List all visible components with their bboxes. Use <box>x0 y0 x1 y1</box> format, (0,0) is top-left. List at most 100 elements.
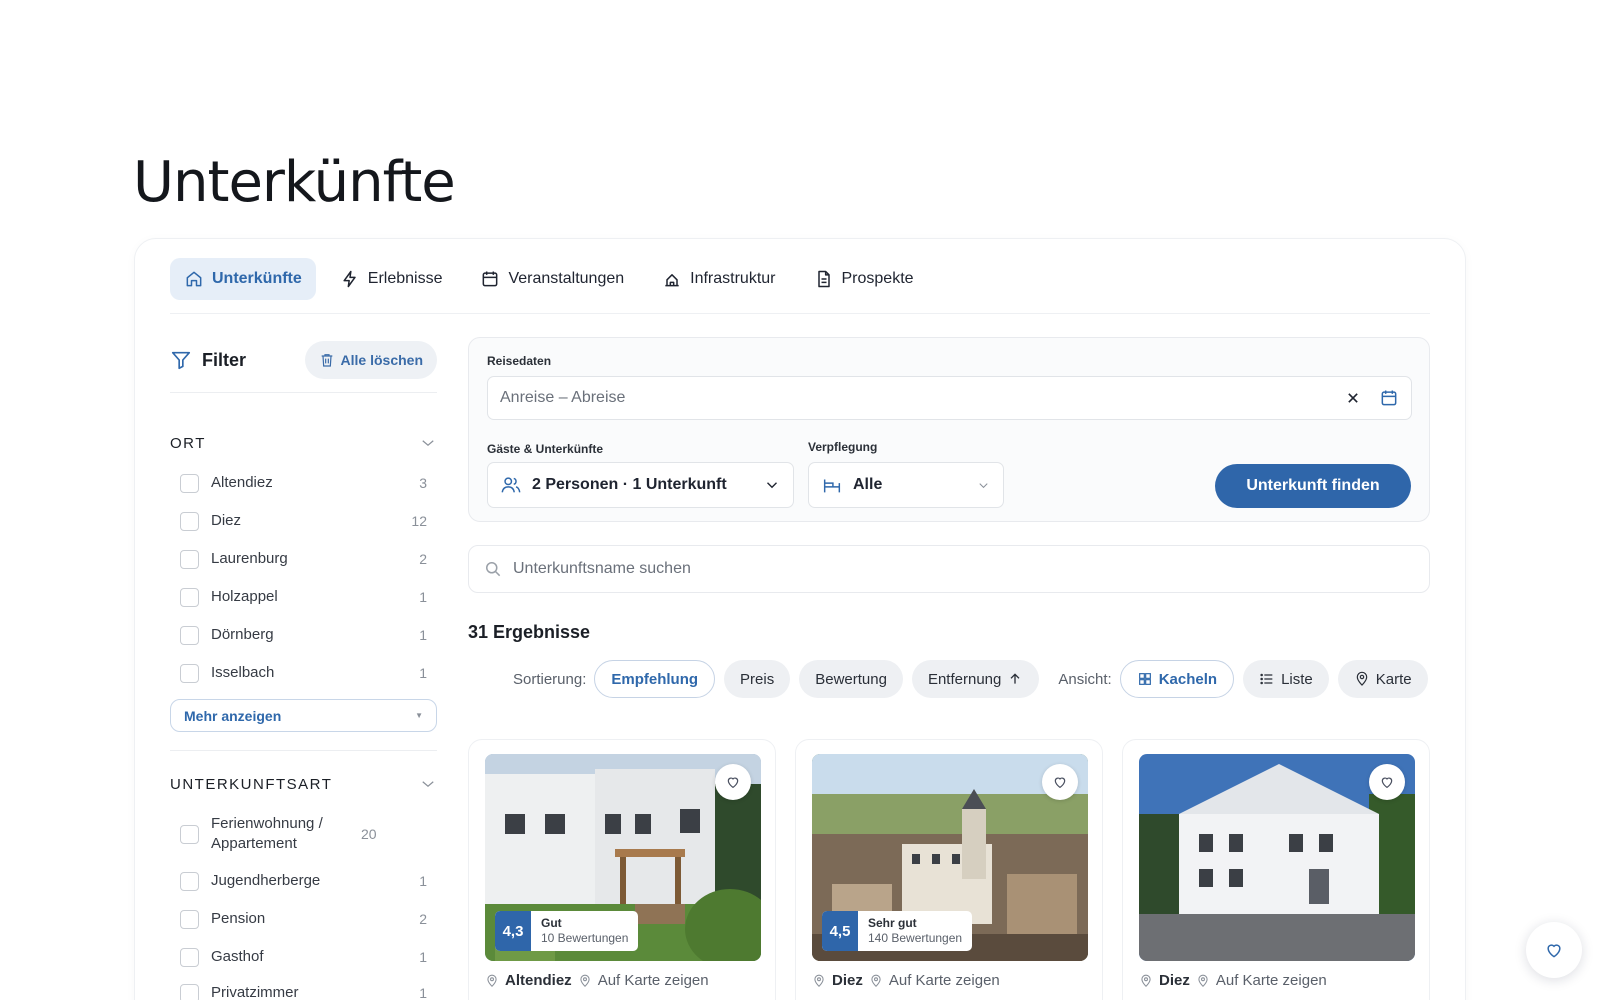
filter-option-count: 1 <box>419 985 427 1000</box>
checkbox[interactable] <box>180 983 199 1000</box>
filter-option[interactable]: Diez 12 <box>180 511 427 531</box>
view-option-kacheln[interactable]: Kacheln <box>1119 660 1235 698</box>
filter-option-label: Holzappel <box>211 588 278 605</box>
name-search-input[interactable]: Unterkunftsname suchen <box>468 545 1430 593</box>
filter-option-count: 1 <box>419 665 427 681</box>
show-on-map-link[interactable]: Auf Karte zeigen <box>1216 972 1327 989</box>
filter-option-label: Ferienwohnung / Appartement <box>211 815 323 852</box>
checkbox[interactable] <box>180 549 199 569</box>
view-option-liste[interactable]: Liste <box>1243 660 1329 698</box>
favorite-button[interactable] <box>715 764 751 800</box>
sidebar-divider <box>170 392 437 393</box>
checkbox[interactable] <box>180 625 199 645</box>
map-pin-icon <box>1356 671 1368 686</box>
map-pin-icon <box>871 974 881 987</box>
filter-option[interactable]: Ferienwohnung / Appartement 20 <box>180 814 427 854</box>
results-count: 31 Ergebnisse <box>468 622 591 642</box>
heart-icon <box>1547 944 1561 958</box>
tab-label: Prospekte <box>841 270 914 287</box>
map-pin-icon <box>1141 974 1151 987</box>
accommodation-card[interactable]: 4,5 Sehr gut 140 Bewertungen Diez Auf Ka… <box>795 739 1103 1000</box>
find-accommodation-button[interactable]: Unterkunft finden <box>1215 464 1411 508</box>
filter-option-count: 12 <box>411 513 427 529</box>
accommodation-image: 4,3 Gut 10 Bewertungen <box>485 754 761 961</box>
favorite-button[interactable] <box>1042 764 1078 800</box>
favorite-button[interactable] <box>1369 764 1405 800</box>
checkbox[interactable] <box>180 587 199 607</box>
tab-infrastruktur[interactable]: Infrastruktur <box>648 258 789 300</box>
checkbox[interactable] <box>180 473 199 493</box>
filter-header: Filter Alle löschen <box>170 340 437 380</box>
show-more-label: Mehr anzeigen <box>184 707 282 724</box>
filter-option-label: Isselbach <box>211 664 275 681</box>
filter-option[interactable]: Holzappel 1 <box>180 587 427 607</box>
search-icon <box>486 562 501 577</box>
filter-option-count: 1 <box>419 873 427 889</box>
checkbox[interactable] <box>180 824 199 844</box>
filter-option[interactable]: Altendiez 3 <box>180 473 427 493</box>
sort-option-entfernung[interactable]: Entfernung <box>911 660 1040 698</box>
sort-option-preis[interactable]: Preis <box>724 660 791 698</box>
checkbox[interactable] <box>180 871 199 891</box>
filter-option[interactable]: Privatzimmer 1 <box>180 983 427 1000</box>
calendar-icon[interactable] <box>1379 388 1399 408</box>
map-pin-icon <box>487 974 497 987</box>
guests-select[interactable]: 2 Personen · 1 Unterkunft <box>487 462 794 508</box>
filter-option[interactable]: Laurenburg 2 <box>180 549 427 569</box>
rating-word: Sehr gut <box>868 916 917 930</box>
sort-label: Sortierung: <box>513 670 587 688</box>
show-on-map-link[interactable]: Auf Karte zeigen <box>889 972 1000 989</box>
board-value: Alle <box>853 476 883 493</box>
filter-option-count: 20 <box>361 826 377 842</box>
board-select[interactable]: Alle <box>808 462 1004 508</box>
tab-prospekte[interactable]: Prospekte <box>800 258 928 300</box>
filter-option[interactable]: Jugendherberge 1 <box>180 871 427 891</box>
tab-label: Veranstaltungen <box>508 270 625 287</box>
calendar-icon <box>483 271 498 287</box>
date-range-input[interactable]: Anreise – Abreise <box>487 376 1412 420</box>
tab-erlebnisse[interactable]: Erlebnisse <box>326 258 457 300</box>
heart-icon <box>1054 777 1066 789</box>
arrow-up-icon <box>1010 673 1020 684</box>
checkbox[interactable] <box>180 947 199 967</box>
filter-title: Filter <box>170 349 246 371</box>
rating-score: 4,3 <box>495 911 531 951</box>
caret-down-icon: ▼ <box>415 711 423 720</box>
filter-option-label: Diez <box>211 512 242 529</box>
date-range-placeholder: Anreise – Abreise <box>500 389 626 406</box>
filter-option[interactable]: Dörnberg 1 <box>180 625 427 645</box>
filter-option[interactable]: Gasthof 1 <box>180 947 427 967</box>
chevron-down-icon <box>422 781 434 788</box>
filter-option[interactable]: Pension 2 <box>180 909 427 929</box>
filter-group-unterkunftsart[interactable]: UNTERKUNFTSART <box>170 775 437 793</box>
clear-filters-button[interactable]: Alle löschen <box>304 341 437 379</box>
rating-badge: 4,3 Gut 10 Bewertungen <box>495 911 639 951</box>
filter-option[interactable]: Isselbach 1 <box>180 663 427 683</box>
filter-option-count: 1 <box>419 949 427 965</box>
checkbox[interactable] <box>180 511 199 531</box>
map-pin-icon <box>580 974 590 987</box>
show-on-map-link[interactable]: Auf Karte zeigen <box>598 972 709 989</box>
view-option-label: Karte <box>1375 670 1412 688</box>
checkbox[interactable] <box>180 909 199 929</box>
accommodation-card[interactable]: 4,3 Gut 10 Bewertungen Altendiez Auf Kar… <box>468 739 776 1000</box>
sort-option-label: Entfernung <box>927 670 1002 688</box>
guests-value: 2 Personen · 1 Unterkunft <box>532 476 727 493</box>
sort-option-empfehlung[interactable]: Empfehlung <box>594 660 716 698</box>
tab-veranstaltungen[interactable]: Veranstaltungen <box>466 258 638 300</box>
filter-group-ort[interactable]: ORT <box>170 434 437 452</box>
accommodation-card[interactable]: Diez Auf Karte zeigen <box>1122 739 1430 1000</box>
filter-option-label: Jugendherberge <box>211 872 321 889</box>
tab-unterkuenfte[interactable]: Unterkünfte <box>170 258 316 300</box>
checkbox[interactable] <box>180 663 199 683</box>
card-location: Diez <box>832 972 863 989</box>
users-icon <box>501 477 521 493</box>
close-icon[interactable] <box>1343 388 1363 408</box>
clear-filters-label: Alle löschen <box>340 352 423 368</box>
view-option-karte[interactable]: Karte <box>1337 660 1428 698</box>
tab-label: Unterkünfte <box>212 270 302 287</box>
show-more-button[interactable]: Mehr anzeigen ▼ <box>170 699 437 732</box>
favorites-button[interactable] <box>1526 922 1582 978</box>
filter-option-count: 2 <box>419 551 427 567</box>
sort-option-bewertung[interactable]: Bewertung <box>799 660 903 698</box>
